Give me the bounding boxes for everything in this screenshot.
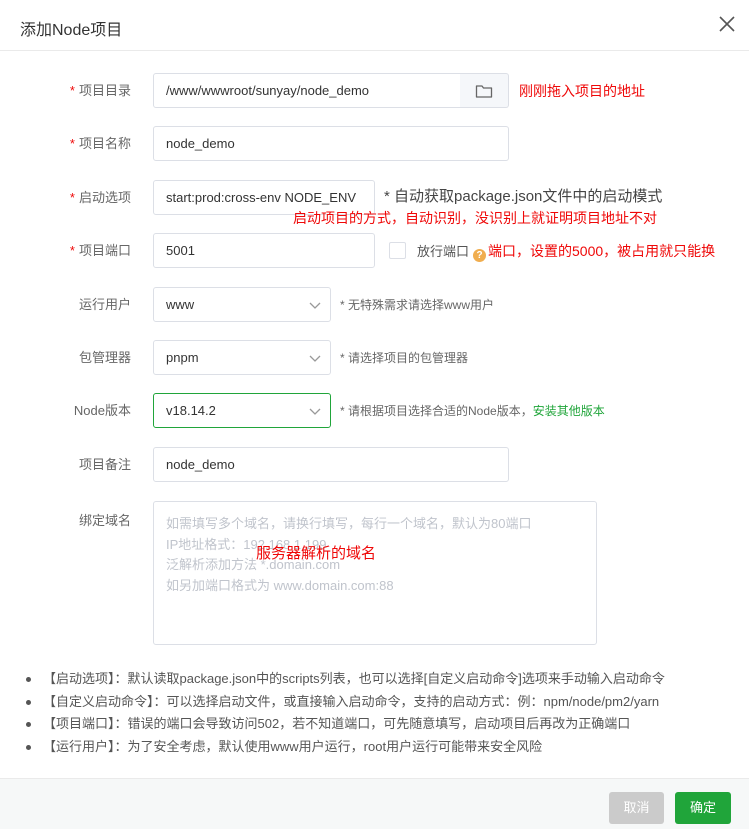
project-name-input[interactable]: node_demo [153,126,509,161]
dir-annotation: 刚刚拖入项目的地址 [519,83,645,99]
help-item: 【运行用户】：为了安全考虑，默认使用www用户运行，root用户运行可能带来安全… [25,736,665,759]
install-other-version-link[interactable]: 安装其他版本 [533,404,605,418]
chevron-down-icon [309,302,321,309]
start-label-text: 启动选项 [78,190,131,205]
project-port-input[interactable]: 5001 [153,233,375,268]
confirm-button[interactable]: 确定 [675,792,731,824]
required-mark: * [69,136,75,151]
port-label: * 项目端口 [11,241,131,261]
domain-placeholder-line: 如另加端口格式为 www.domain.com:88 [166,577,394,593]
chevron-down-icon [309,355,321,362]
node-label: Node版本 [73,403,131,418]
domain-label: 绑定域名 [78,513,131,528]
domain-annotation: 服务器解析的域名 [256,545,377,562]
package-manager-value: pnpm [166,350,199,365]
name-label-text: 项目名称 [78,136,131,151]
start-option-value: start:prod:cross-env NODE_ENV [166,190,357,205]
help-item: 【项目端口】：错误的端口会导致访问502，若不知道端口，可先随意填写，启动项目后… [25,713,665,736]
name-label: * 项目名称 [11,134,131,154]
required-mark: * [69,190,75,205]
user-label: 运行用户 [78,297,131,312]
package-manager-select[interactable]: pnpm [153,340,331,375]
dir-label: * 项目目录 [11,81,131,101]
node-version-value: v18.14.2 [166,403,216,418]
node-hint: * 请根据项目选择合适的Node版本， [340,404,533,418]
dialog-footer: 取消 确定 [0,778,749,829]
help-item: 【启动选项】：默认读取package.json中的scripts列表，也可以选择… [25,668,665,691]
port-annotation: 端口，设置的5000，被占用就只能换 [488,243,716,259]
close-icon[interactable] [716,13,738,35]
open-port-checkbox[interactable] [389,242,406,259]
help-list: 【启动选项】：默认读取package.json中的scripts列表，也可以选择… [25,668,665,758]
pkg-hint: * 请选择项目的包管理器 [340,351,469,365]
help-icon[interactable]: ? [473,249,487,262]
user-hint: * 无特殊需求请选择www用户 [340,298,495,312]
start-hint: * 自动获取package.json文件中的启动模式 [384,188,663,205]
dialog-header: 添加Node项目 [0,0,749,51]
folder-icon [475,85,493,98]
required-mark: * [69,243,75,258]
dialog-title: 添加Node项目 [20,22,123,39]
domain-textarea[interactable]: 如需填写多个域名，请换行填写，每行一个域名，默认为80端口 IP地址格式：192… [153,501,597,645]
node-hint-row: * 请根据项目选择合适的Node版本，安装其他版本 [340,402,605,420]
pkg-label: 包管理器 [78,350,131,365]
help-item: 【自定义启动命令】：可以选择启动文件，或直接输入启动命令，支持的启动方式：例：n… [25,691,665,714]
dir-label-text: 项目目录 [78,83,131,98]
cancel-button[interactable]: 取消 [609,792,664,824]
start-annotation: 启动项目的方式，自动识别，没识别上就证明项目地址不对 [293,210,657,226]
domain-placeholder-line: 如需填写多个域名，请换行填写，每行一个域名，默认为80端口 [166,516,532,531]
project-remark-input[interactable]: node_demo [153,447,509,482]
open-port-row: 放行端口? 端口，设置的5000，被占用就只能换 [417,242,715,262]
port-label-text: 项目端口 [78,243,131,258]
project-dir-input[interactable]: /www/wwwroot/sunyay/node_demo [153,73,461,108]
browse-folder-button[interactable] [460,73,509,108]
start-label: * 启动选项 [11,188,131,208]
node-version-select[interactable]: v18.14.2 [153,393,331,428]
run-user-value: www [166,297,195,312]
add-node-project-dialog: 添加Node项目 * 项目目录 /www/wwwroot/sunyay/node_… [0,0,749,829]
open-port-label: 放行端口 [417,244,470,259]
run-user-select[interactable]: www [153,287,331,322]
required-mark: * [69,83,75,98]
remark-label: 项目备注 [78,457,131,472]
chevron-down-icon [309,408,321,415]
